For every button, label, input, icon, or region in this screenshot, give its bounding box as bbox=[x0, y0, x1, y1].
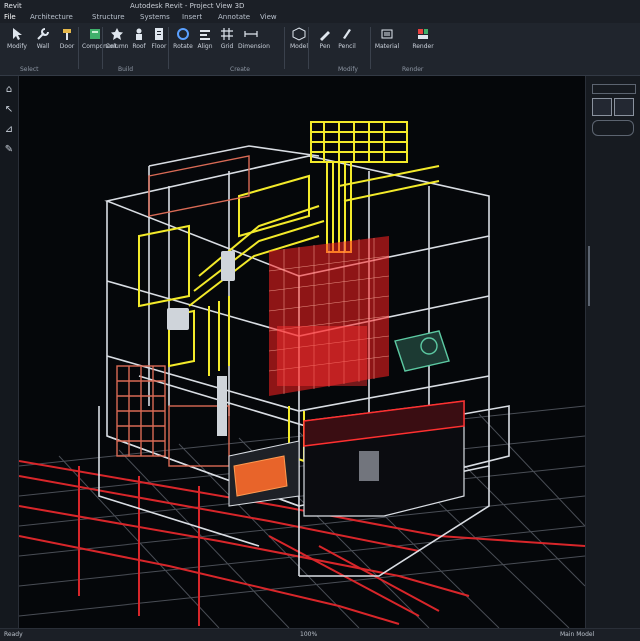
grid-icon bbox=[220, 27, 234, 41]
red-piping bbox=[18, 460, 586, 626]
render-icon bbox=[416, 27, 430, 41]
app-name: Revit bbox=[4, 2, 22, 10]
equipment-cylinders bbox=[167, 251, 235, 436]
home-icon[interactable]: ⌂ bbox=[3, 84, 15, 96]
ribbon-separator bbox=[168, 27, 169, 69]
active-model: Main Model bbox=[560, 631, 595, 638]
tab-annotate[interactable]: Annotate bbox=[218, 12, 250, 23]
hammer-icon bbox=[60, 27, 74, 41]
dark-equipment-block bbox=[228, 400, 465, 517]
properties-panel bbox=[585, 76, 640, 628]
green-mep bbox=[394, 330, 450, 372]
ribbon-panel: Modify Wall Door Component Column Roof F… bbox=[0, 23, 640, 76]
group-label-create: Create bbox=[230, 66, 250, 73]
panel-scrollbar[interactable] bbox=[588, 246, 590, 306]
ribbon-separator bbox=[78, 27, 79, 69]
floor-grid bbox=[18, 405, 586, 629]
wall-button[interactable]: Wall bbox=[30, 27, 56, 65]
ribbon-separator bbox=[102, 27, 103, 69]
modify-button[interactable]: Modify bbox=[4, 27, 30, 65]
wrench-icon bbox=[36, 27, 50, 41]
rotate-icon bbox=[176, 27, 190, 41]
star-icon bbox=[110, 27, 124, 41]
group-label-render: Render bbox=[402, 66, 424, 73]
pen-icon bbox=[318, 27, 332, 41]
model-icon bbox=[292, 27, 306, 41]
cube-icon bbox=[88, 27, 102, 41]
tab-structure[interactable]: Structure bbox=[92, 12, 125, 23]
grid-button[interactable]: Grid bbox=[214, 27, 240, 65]
building-model-drawing bbox=[18, 121, 586, 629]
group-label-select: Select bbox=[20, 66, 39, 73]
status-bar: Ready 100% Main Model bbox=[0, 628, 640, 641]
align-icon bbox=[198, 27, 212, 41]
view-cube-control[interactable] bbox=[592, 120, 634, 136]
ribbon-separator bbox=[284, 27, 285, 69]
door-button[interactable]: Door bbox=[54, 27, 80, 65]
pencil-icon[interactable]: ✎ bbox=[3, 144, 15, 156]
group-label-build: Build bbox=[118, 66, 134, 73]
tab-insert[interactable]: Insert bbox=[182, 12, 202, 23]
window-title: Autodesk Revit - Project View 3D bbox=[130, 2, 245, 10]
measure-icon[interactable]: ⊿ bbox=[3, 124, 15, 136]
panel-header bbox=[592, 84, 636, 94]
pencil-button[interactable]: Pencil bbox=[334, 27, 360, 65]
render-button[interactable]: Render bbox=[410, 27, 436, 65]
cursor-icon bbox=[10, 27, 24, 41]
material-icon bbox=[380, 27, 394, 41]
red-firewall bbox=[268, 236, 390, 396]
3d-viewport[interactable] bbox=[18, 76, 586, 629]
dimension-button[interactable]: Dimension bbox=[238, 27, 270, 65]
ribbon-tabs: File Architecture Structure Systems Inse… bbox=[0, 12, 640, 24]
dimension-icon bbox=[244, 27, 258, 41]
tab-systems[interactable]: Systems bbox=[140, 12, 170, 23]
ribbon-separator bbox=[308, 27, 309, 69]
select-icon[interactable]: ↖ bbox=[3, 104, 15, 116]
doc-icon bbox=[152, 27, 166, 41]
tab-view[interactable]: View bbox=[260, 12, 277, 23]
panel-tab-type[interactable] bbox=[592, 98, 612, 116]
material-button[interactable]: Material bbox=[374, 27, 400, 65]
person-icon bbox=[132, 27, 146, 41]
status-text: Ready bbox=[4, 631, 23, 638]
zoom-level: 100% bbox=[300, 631, 318, 638]
group-label-modify: Modify bbox=[338, 66, 358, 73]
left-toolbar: ⌂ ↖ ⊿ ✎ bbox=[0, 76, 19, 628]
tab-architecture[interactable]: Architecture bbox=[30, 12, 73, 23]
pencil-icon bbox=[340, 27, 354, 41]
panel-tab-inst[interactable] bbox=[614, 98, 634, 116]
ribbon-separator bbox=[370, 27, 371, 69]
